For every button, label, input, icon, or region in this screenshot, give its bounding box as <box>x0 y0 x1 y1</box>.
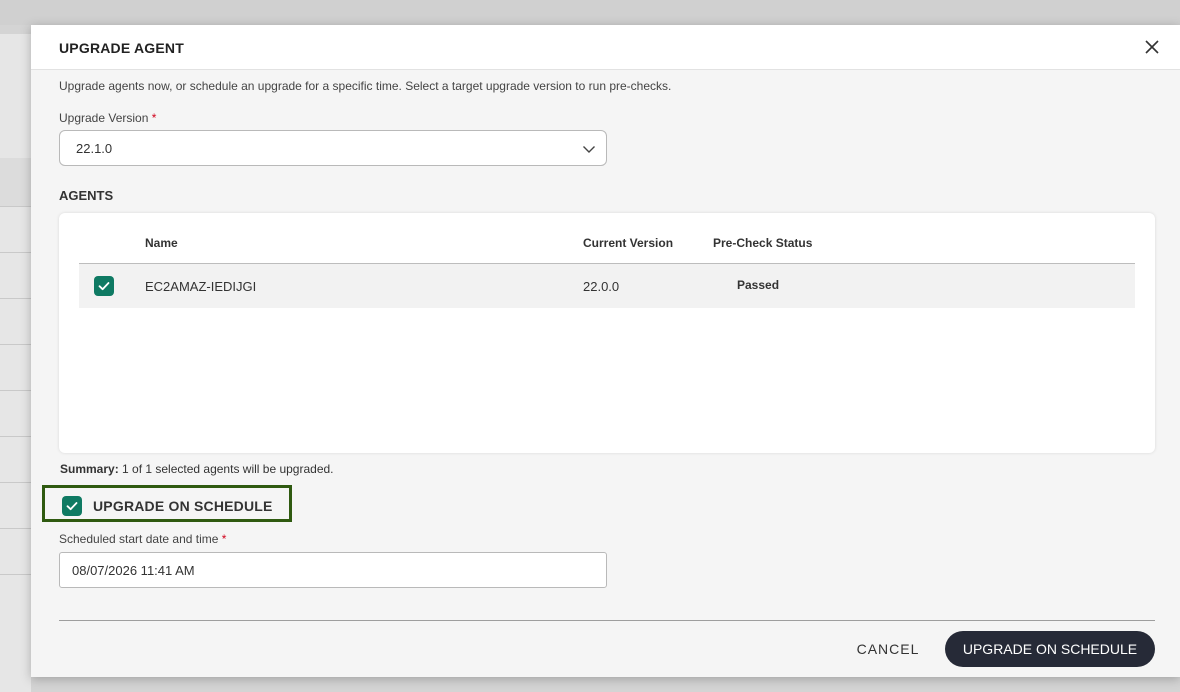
background-divider <box>0 390 31 391</box>
background-divider <box>0 482 31 483</box>
summary-text: 1 of 1 selected agents will be upgraded. <box>118 462 334 476</box>
background-divider <box>0 574 31 575</box>
column-header-pre-check-status[interactable]: Pre-Check Status <box>713 236 812 250</box>
row-select-checkbox[interactable] <box>94 276 114 296</box>
upgrade-agent-dialog: UPGRADE AGENT Upgrade agents now, or sch… <box>31 25 1180 677</box>
footer-divider <box>59 620 1155 621</box>
agent-pre-check-status: Passed <box>737 278 780 292</box>
cancel-button[interactable]: CANCEL <box>843 632 933 666</box>
scheduled-start-label: Scheduled start date and time * <box>59 532 226 546</box>
agents-section-title: AGENTS <box>59 188 114 203</box>
close-button[interactable] <box>1144 39 1160 55</box>
column-header-current-version[interactable]: Current Version <box>583 236 673 250</box>
upgrade-version-label: Upgrade Version * <box>59 111 156 125</box>
background-page-header <box>0 0 1180 25</box>
column-header-name[interactable]: Name <box>145 236 178 250</box>
background-divider <box>0 528 31 529</box>
upgrade-on-schedule-button[interactable]: UPGRADE ON SCHEDULE <box>945 631 1155 667</box>
background-divider <box>0 206 31 207</box>
upgrade-version-select[interactable]: 22.1.0 <box>59 130 607 166</box>
upgrade-on-schedule-label: UPGRADE ON SCHEDULE <box>93 498 273 514</box>
table-row[interactable]: EC2AMAZ-IEDIJGI 22.0.0 Passed <box>79 264 1135 308</box>
chevron-down-icon <box>583 146 595 153</box>
background-page-content <box>0 34 31 692</box>
required-mark: * <box>151 111 157 125</box>
scheduled-start-input[interactable] <box>59 552 607 588</box>
dialog-description: Upgrade agents now, or schedule an upgra… <box>59 79 672 93</box>
required-mark: * <box>221 532 227 546</box>
check-icon <box>66 502 78 511</box>
upgrade-on-schedule-checkbox[interactable] <box>62 496 82 516</box>
background-divider <box>0 436 31 437</box>
background-divider <box>0 298 31 299</box>
dialog-header: UPGRADE AGENT <box>31 25 1180 70</box>
check-icon <box>98 282 110 291</box>
close-icon <box>1145 40 1159 54</box>
background-table-header <box>0 158 31 206</box>
agent-name: EC2AMAZ-IEDIJGI <box>145 279 257 294</box>
agent-current-version: 22.0.0 <box>583 279 620 294</box>
background-divider <box>0 344 31 345</box>
background-divider <box>0 252 31 253</box>
upgrade-version-value: 22.1.0 <box>76 141 113 156</box>
dialog-title: UPGRADE AGENT <box>59 40 184 56</box>
summary-label: Summary: <box>60 462 119 476</box>
upgrade-summary: Summary: 1 of 1 selected agents will be … <box>60 462 334 476</box>
agents-table: Name Current Version Pre-Check Status EC… <box>59 213 1155 453</box>
scheduled-start-label-text: Scheduled start date and time <box>59 532 219 546</box>
upgrade-on-schedule-toggle[interactable]: UPGRADE ON SCHEDULE <box>42 485 292 522</box>
upgrade-version-label-text: Upgrade Version <box>59 111 149 125</box>
